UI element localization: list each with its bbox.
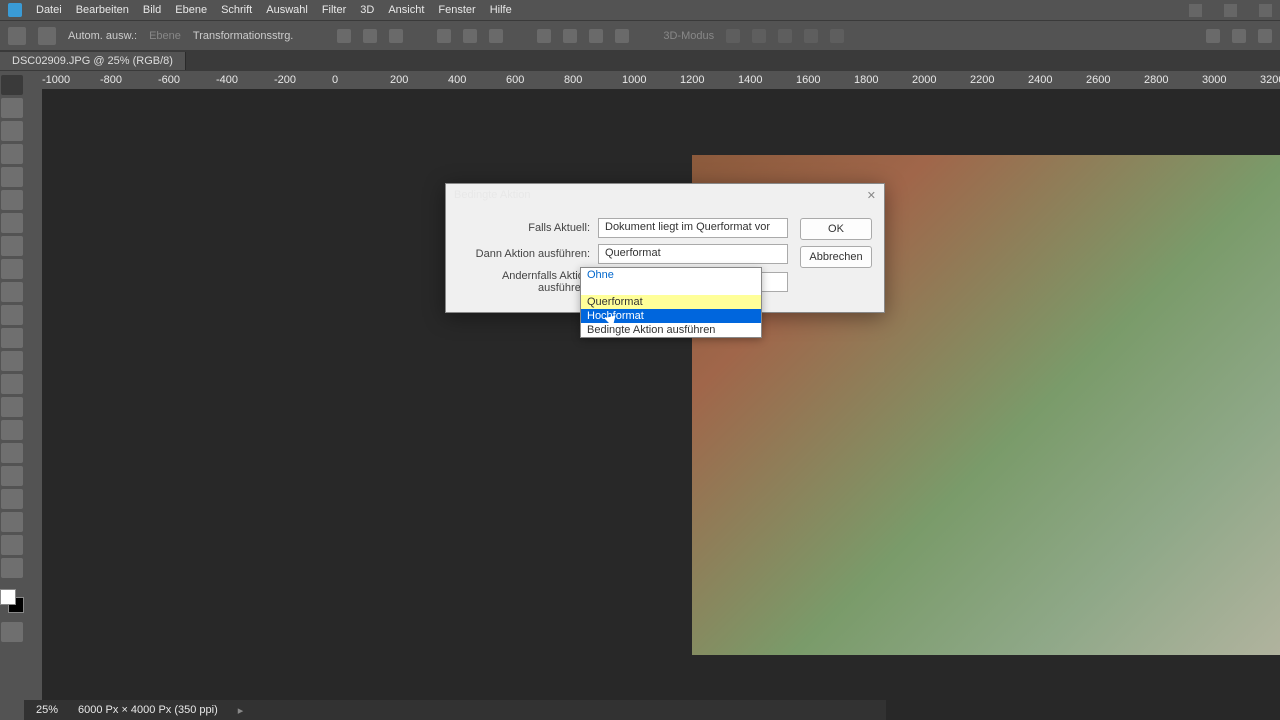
dropdown-option-hochformat[interactable]: Hochformat <box>581 309 761 323</box>
status-bar: 25% 6000 Px × 4000 Px (350 ppi) ▸ <box>24 700 886 720</box>
ruler-horizontal[interactable]: -1000-800-600-400-2000200400600800100012… <box>24 71 1280 89</box>
document-tab[interactable]: DSC02909.JPG @ 25% (RGB/8) <box>0 52 186 70</box>
menu-bild[interactable]: Bild <box>143 4 161 16</box>
3d-mode-label: 3D-Modus <box>663 30 714 42</box>
move-tool[interactable] <box>1 75 23 95</box>
menu-ebene[interactable]: Ebene <box>175 4 207 16</box>
share-icon[interactable] <box>1232 29 1246 43</box>
edit-toolbar[interactable] <box>1 558 23 578</box>
menu-3d[interactable]: 3D <box>360 4 374 16</box>
3d-roll-icon[interactable] <box>752 29 766 43</box>
hand-tool[interactable] <box>1 512 23 532</box>
menu-bearbeiten[interactable]: Bearbeiten <box>76 4 129 16</box>
menu-filter[interactable]: Filter <box>322 4 346 16</box>
document-dimensions[interactable]: 6000 Px × 4000 Px (350 ppi) <box>78 704 218 716</box>
then-label: Dann Aktion ausführen: <box>458 248 598 260</box>
marquee-tool[interactable] <box>1 98 23 118</box>
align-right-icon[interactable] <box>389 29 403 43</box>
align-middle-icon[interactable] <box>463 29 477 43</box>
distribute-spacing-icon[interactable] <box>589 29 603 43</box>
align-left-icon[interactable] <box>337 29 351 43</box>
condition-select[interactable]: Dokument liegt im Querformat vor <box>598 218 788 238</box>
distribute-v-icon[interactable] <box>563 29 577 43</box>
else-action-dropdown: Ohne Querformat Hochformat Bedingte Akti… <box>580 267 762 338</box>
history-brush-tool[interactable] <box>1 305 23 325</box>
window-close-icon[interactable] <box>1259 4 1272 17</box>
search-icon[interactable] <box>1206 29 1220 43</box>
dropdown-option-querformat[interactable]: Querformat <box>581 295 761 309</box>
ruler-vertical[interactable] <box>24 89 42 720</box>
quick-select-tool[interactable] <box>1 144 23 164</box>
menu-hilfe[interactable]: Hilfe <box>490 4 512 16</box>
auto-select-target[interactable]: Ebene <box>149 30 181 42</box>
align-bottom-icon[interactable] <box>489 29 503 43</box>
move-tool-icon <box>38 27 56 45</box>
align-top-icon[interactable] <box>437 29 451 43</box>
document-tabs: DSC02909.JPG @ 25% (RGB/8) <box>0 50 1280 71</box>
3d-slide-icon[interactable] <box>804 29 818 43</box>
3d-zoom-icon[interactable] <box>830 29 844 43</box>
menu-auswahl[interactable]: Auswahl <box>266 4 308 16</box>
eraser-tool[interactable] <box>1 328 23 348</box>
3d-pan-icon[interactable] <box>778 29 792 43</box>
auto-select-label[interactable]: Autom. ausw.: <box>68 30 137 42</box>
zoom-tool[interactable] <box>1 535 23 555</box>
clone-stamp-tool[interactable] <box>1 282 23 302</box>
more-options-icon[interactable] <box>615 29 629 43</box>
pen-tool[interactable] <box>1 420 23 440</box>
canvas-area: -1000-800-600-400-2000200400600800100012… <box>24 71 1280 720</box>
eyedropper-tool[interactable] <box>1 213 23 233</box>
healing-tool[interactable] <box>1 236 23 256</box>
home-icon[interactable] <box>8 27 26 45</box>
zoom-level[interactable]: 25% <box>36 704 58 716</box>
dropdown-option-ohne[interactable]: Ohne <box>581 268 761 282</box>
shape-tool[interactable] <box>1 489 23 509</box>
transform-controls-label[interactable]: Transformationsstrg. <box>193 30 293 42</box>
type-tool[interactable] <box>1 443 23 463</box>
dropdown-option-bedingte[interactable]: Bedingte Aktion ausführen <box>581 323 761 337</box>
frame-tool[interactable] <box>1 190 23 210</box>
color-swatch[interactable] <box>0 589 24 613</box>
menubar: Datei Bearbeiten Bild Ebene Schrift Ausw… <box>0 0 1280 20</box>
path-select-tool[interactable] <box>1 466 23 486</box>
menu-schrift[interactable]: Schrift <box>221 4 252 16</box>
menu-fenster[interactable]: Fenster <box>438 4 475 16</box>
options-bar: Autom. ausw.: Ebene Transformationsstrg.… <box>0 20 1280 50</box>
quick-mask-tool[interactable] <box>1 622 23 642</box>
distribute-h-icon[interactable] <box>537 29 551 43</box>
brush-tool[interactable] <box>1 259 23 279</box>
3d-orbit-icon[interactable] <box>726 29 740 43</box>
window-minimize-icon[interactable] <box>1189 4 1202 17</box>
condition-label: Falls Aktuell: <box>458 222 598 234</box>
dialog-title: Bedingte Aktion <box>454 189 530 201</box>
lasso-tool[interactable] <box>1 121 23 141</box>
align-center-icon[interactable] <box>363 29 377 43</box>
menu-datei[interactable]: Datei <box>36 4 62 16</box>
close-icon[interactable]: ✕ <box>867 189 876 202</box>
then-action-select[interactable]: Querformat <box>598 244 788 264</box>
app-icon <box>8 3 22 17</box>
tools-panel <box>0 71 24 720</box>
menu-ansicht[interactable]: Ansicht <box>388 4 424 16</box>
dodge-tool[interactable] <box>1 397 23 417</box>
cancel-button[interactable]: Abbrechen <box>800 246 872 268</box>
blur-tool[interactable] <box>1 374 23 394</box>
ok-button[interactable]: OK <box>800 218 872 240</box>
window-maximize-icon[interactable] <box>1224 4 1237 17</box>
workspace-icon[interactable] <box>1258 29 1272 43</box>
gradient-tool[interactable] <box>1 351 23 371</box>
else-label: Andernfalls Aktion ausführen: <box>458 270 598 294</box>
crop-tool[interactable] <box>1 167 23 187</box>
